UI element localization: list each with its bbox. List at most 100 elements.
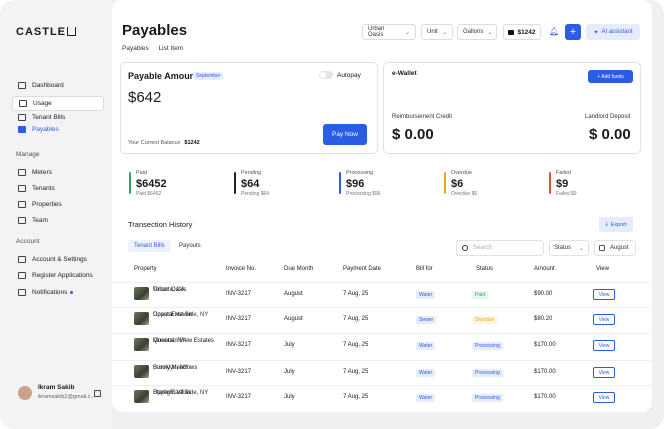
pay-now-button[interactable]: Pay Now (323, 124, 367, 145)
bill-for-badge: Water (416, 291, 436, 299)
table-row[interactable]: Mountain View Estates Queens, NY INV-3217 J… (112, 333, 652, 358)
stat-paid: Paid $6452 Paid $6452 (129, 170, 167, 198)
payment-date-cell: 7 Aug, 25 (343, 291, 369, 297)
bell-icon[interactable]: 🔔︎ (549, 27, 559, 36)
status-badge: Processing (472, 369, 503, 377)
stat-bar (444, 172, 446, 194)
stat-bar (549, 172, 551, 194)
app-frame: CASTLE Dashboard Usage Tenant Bills Paya… (0, 0, 664, 429)
bill-for-badge: Water (416, 394, 436, 402)
unit-select[interactable]: Unit ⌄ (421, 24, 453, 40)
chevron-down-icon: ⌄ (578, 245, 584, 252)
stat-bar (234, 172, 236, 194)
invoice-cell: INV-3217 (226, 342, 252, 348)
sidebar-item-team[interactable]: Team (12, 213, 104, 228)
autopay-label: Autopay (337, 72, 361, 79)
invoice-cell: INV-3217 (226, 316, 252, 322)
bill-for-badge: Sewer (416, 316, 437, 324)
table-row[interactable]: Starlight Villas Upper East Side, NY INV-3… (112, 385, 652, 410)
amount-cell: $80.20 (534, 316, 553, 322)
table-row[interactable]: Sunny Meadows Brooklyn, NY INV-3217 July 7 A… (112, 360, 652, 385)
sidebar-item-payables[interactable]: Payables (12, 122, 104, 137)
bill-for-badge: Water (416, 342, 436, 350)
invoice-cell: INV-3217 (226, 394, 252, 400)
search-icon (462, 245, 468, 251)
logout-icon[interactable] (94, 390, 101, 397)
search-input[interactable]: Search (456, 240, 544, 256)
view-button[interactable]: View (593, 289, 615, 300)
sidebar-item-properties[interactable]: Properties (12, 197, 104, 212)
col-invoice: Invoice No. (226, 266, 257, 272)
amount-cell: $90.00 (534, 291, 553, 297)
add-funds-button[interactable]: + Add funds (588, 70, 633, 83)
property-select[interactable]: Urban Oasis ⌄ (362, 24, 416, 40)
view-button[interactable]: View (593, 314, 615, 325)
payables-icon (18, 126, 26, 133)
view-button[interactable]: View (593, 367, 615, 378)
amount-cell: $170.00 (534, 369, 556, 375)
settings-icon (18, 256, 26, 263)
sidebar-item-usage[interactable]: Usage (12, 96, 104, 111)
sidebar-item-tenants[interactable]: Tenants (12, 181, 104, 196)
payment-date-cell: 7 Aug, 25 (343, 316, 369, 322)
status-filter[interactable]: Status ⌄ (549, 240, 589, 256)
month-badge: September (193, 72, 224, 80)
stat-bar (129, 172, 131, 194)
ewallet-title: e-Wallet (392, 70, 417, 77)
tab-tenant-bills[interactable]: Tenant Bills (128, 240, 171, 252)
col-due-month: Due Month (284, 266, 314, 272)
reimbursement-label: Reimbursement Credit (392, 114, 453, 120)
col-status: Status (476, 266, 494, 272)
sidebar-item-notifications[interactable]: Notifications (12, 285, 104, 300)
chevron-down-icon: ⌄ (441, 29, 447, 36)
sidebar-item-register-applications[interactable]: Register Applications (12, 268, 104, 283)
reimbursement-value: $ 0.00 (392, 126, 434, 143)
sidebar-item-account-settings[interactable]: Account & Settings (12, 252, 104, 267)
status-badge: Overdue (472, 316, 498, 324)
col-bill-for: Bill for (416, 266, 433, 272)
add-button[interactable]: + (565, 24, 581, 40)
amount-cell: $170.00 (534, 394, 556, 400)
col-view: View (596, 266, 609, 272)
sidebar-item-meters[interactable]: Meters (12, 165, 104, 180)
due-month-cell: August (284, 291, 303, 297)
current-balance: Your Current Balance $1242 (128, 140, 200, 146)
sidebar: CASTLE Dashboard Usage Tenant Bills Paya… (0, 0, 112, 429)
measure-select[interactable]: Gallons ⌄ (457, 24, 497, 40)
sparkle-icon: ✦ (593, 29, 599, 36)
view-button[interactable]: View (593, 392, 615, 403)
stat-failed: Failed $9 Failed $9 (549, 170, 577, 198)
logo: CASTLE (16, 26, 76, 38)
view-button[interactable]: View (593, 340, 615, 351)
col-amount: Amount (534, 266, 555, 272)
month-filter[interactable]: August (594, 240, 636, 256)
stat-bar (339, 172, 341, 194)
autopay-toggle[interactable] (319, 71, 333, 79)
property-thumbnail (134, 338, 149, 351)
wallet-balance[interactable]: $1242 (503, 24, 541, 40)
tab-payouts[interactable]: Payouts (179, 243, 201, 249)
table-row[interactable]: Urban Oasis Toronto, CA INV-3217 August 7 Au… (112, 282, 652, 307)
stat-pending: Pending $64 Pending $64 (234, 170, 269, 198)
sidebar-item-dashboard[interactable]: Dashboard (12, 78, 104, 93)
table-row[interactable]: Coastal Haven Upper East Side, NY INV-3217… (112, 307, 652, 332)
manage-header: Manage (16, 151, 40, 158)
dashboard-icon (18, 82, 26, 89)
ai-assistant-button[interactable]: ✦ AI assistant (586, 24, 640, 40)
usage-icon (19, 100, 27, 107)
breadcrumb-payables[interactable]: Payables (122, 45, 149, 52)
chevron-down-icon: ⌄ (487, 29, 493, 36)
payable-title: Payable Amount (128, 71, 199, 81)
invoice-cell: INV-3217 (226, 291, 252, 297)
main-panel: Payables Payables List Item Urban Oasis ⌄… (112, 0, 652, 412)
due-month-cell: July (284, 342, 295, 348)
payment-date-cell: 7 Aug, 25 (343, 394, 369, 400)
register-icon (18, 272, 26, 279)
property-thumbnail (134, 312, 149, 325)
table-header: Property Invoice No. Due Month Payment D… (112, 266, 652, 278)
property-thumbnail (134, 287, 149, 300)
page-title: Payables (122, 22, 188, 39)
export-button[interactable]: ⤓ Export (599, 217, 633, 232)
status-badge: Processing (472, 342, 503, 350)
breadcrumb-list-item[interactable]: List Item (159, 45, 184, 52)
